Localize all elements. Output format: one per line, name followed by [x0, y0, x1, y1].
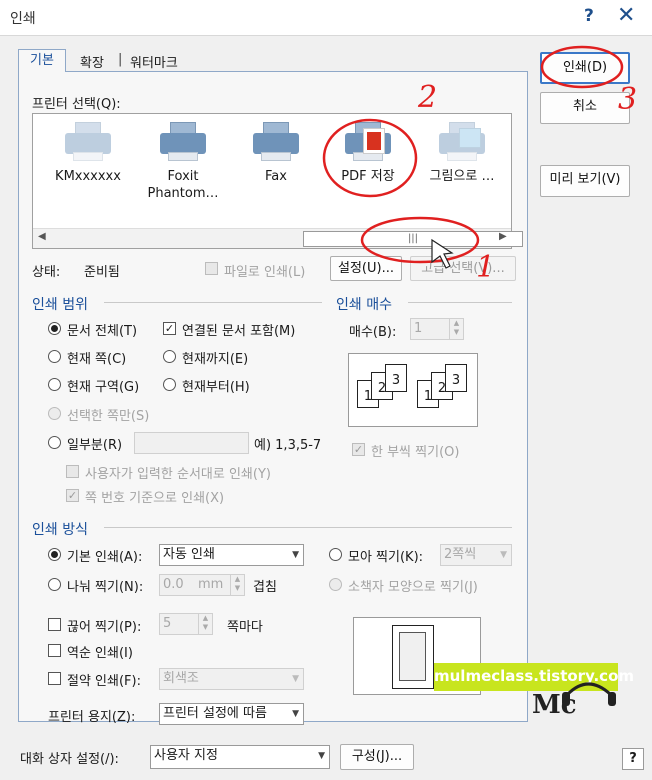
- annotation-circle-scroll: [360, 216, 480, 264]
- annotation-circle-pdf: [322, 118, 418, 198]
- annotation-number-2: 2: [418, 80, 438, 115]
- annotation-number-3: 3: [618, 82, 638, 117]
- annotation-number-1: 1: [476, 250, 496, 285]
- mouse-cursor-icon: [431, 238, 454, 269]
- annotation-circle-print: [540, 45, 624, 89]
- tab-basic[interactable]: 기본: [18, 49, 66, 72]
- watermark-logo-text: Mc: [532, 690, 577, 720]
- watermark-logo: Mc: [532, 672, 624, 720]
